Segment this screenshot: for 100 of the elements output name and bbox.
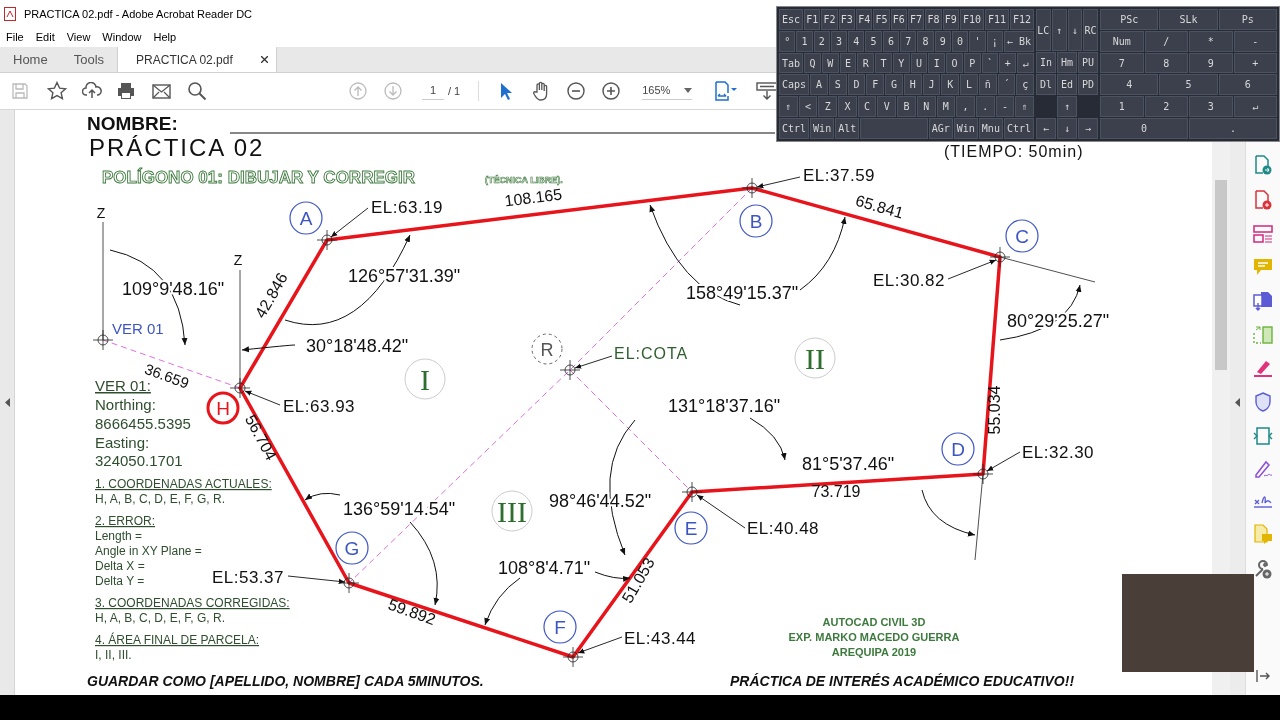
keyboard-key[interactable]: ↓ bbox=[1057, 118, 1077, 139]
keyboard-key[interactable]: F2 bbox=[821, 9, 838, 30]
keyboard-key[interactable]: 2 bbox=[813, 30, 830, 52]
keyboard-key[interactable]: B bbox=[897, 96, 916, 118]
keyboard-key[interactable]: Y bbox=[892, 52, 910, 74]
keyboard-key[interactable]: 6 bbox=[882, 30, 900, 52]
keyboard-key[interactable]: C bbox=[857, 96, 877, 118]
keyboard-key[interactable]: T bbox=[875, 52, 892, 74]
keyboard-key[interactable]: + bbox=[1233, 52, 1277, 74]
layout-icon[interactable] bbox=[1253, 225, 1273, 243]
keyboard-key[interactable]: F5 bbox=[873, 9, 890, 30]
close-icon[interactable] bbox=[260, 56, 268, 63]
keyboard-key[interactable]: 5 bbox=[1159, 74, 1218, 96]
keyboard-key[interactable]: Win bbox=[953, 118, 978, 139]
keyboard-key[interactable]: . bbox=[975, 96, 995, 118]
keyboard-key[interactable]: → bbox=[1078, 118, 1098, 139]
keyboard-key[interactable]: ¡ bbox=[986, 30, 1003, 52]
keyboard-key[interactable]: - bbox=[1233, 30, 1277, 52]
keyboard-key[interactable]: ' bbox=[969, 30, 986, 52]
keyboard-key[interactable]: 4 bbox=[1100, 74, 1159, 96]
keyboard-key[interactable]: Esc bbox=[779, 9, 804, 30]
document-stack-icon[interactable] bbox=[1253, 291, 1273, 311]
pen-icon[interactable] bbox=[1253, 460, 1273, 478]
keyboard-key[interactable]: 6 bbox=[1218, 74, 1277, 96]
keyboard-key[interactable]: Ed bbox=[1057, 74, 1077, 95]
menu-item[interactable]: Window bbox=[102, 28, 142, 46]
zoom-dropdown[interactable]: 165% bbox=[642, 82, 693, 100]
zoom-in-icon[interactable] bbox=[602, 82, 621, 100]
keyboard-key[interactable]: ⇑ bbox=[1015, 96, 1034, 118]
document-arrow-icon[interactable] bbox=[1254, 155, 1272, 175]
tab[interactable]: PRACTICA 02.pdf bbox=[117, 47, 277, 72]
keyboard-key[interactable]: U bbox=[910, 52, 928, 74]
keyboard-key[interactable]: ↵ bbox=[1233, 96, 1277, 118]
keyboard-key[interactable]: 0 bbox=[951, 30, 969, 52]
keyboard-key[interactable]: ↵ bbox=[1017, 52, 1034, 74]
keyboard-key[interactable]: F bbox=[866, 74, 885, 96]
keyboard-key[interactable]: Tab bbox=[779, 52, 804, 74]
document-compress-icon[interactable] bbox=[1253, 427, 1273, 445]
keyboard-key[interactable]: F10 bbox=[959, 9, 984, 30]
keyboard-key[interactable]: Ctrl bbox=[779, 118, 810, 139]
keyboard-key[interactable]: . bbox=[1189, 118, 1277, 139]
keyboard-key[interactable]: 3 bbox=[830, 30, 848, 52]
keyboard-key[interactable]: 7 bbox=[1100, 52, 1144, 74]
keyboard-key[interactable]: K bbox=[941, 74, 960, 96]
keyboard-key[interactable]: < bbox=[798, 96, 818, 118]
keyboard-key[interactable]: + bbox=[999, 52, 1017, 74]
keyboard-key[interactable]: L bbox=[960, 74, 978, 96]
keyboard-key[interactable]: 9 bbox=[1189, 52, 1233, 74]
keyboard-key[interactable]: ↑ bbox=[1057, 96, 1077, 117]
keyboard-key[interactable]: S bbox=[828, 74, 847, 96]
keyboard-key[interactable]: 5 bbox=[865, 30, 882, 52]
keyboard-key[interactable]: ⇑ bbox=[779, 96, 798, 118]
keyboard-key[interactable]: Hm bbox=[1057, 52, 1077, 73]
pointer-icon[interactable] bbox=[499, 82, 514, 100]
keyboard-key[interactable]: Q bbox=[804, 52, 821, 74]
print-icon[interactable] bbox=[117, 82, 135, 100]
keyboard-key[interactable]: ` bbox=[981, 52, 999, 74]
keyboard-key[interactable]: LC bbox=[1036, 9, 1051, 51]
keyboard-key[interactable]: F12 bbox=[1010, 9, 1035, 30]
keyboard-key[interactable]: ° bbox=[779, 30, 796, 52]
keyboard-key[interactable]: F7 bbox=[907, 9, 925, 30]
keyboard-key[interactable]: 2 bbox=[1144, 96, 1188, 118]
keyboard-key[interactable]: SLk bbox=[1159, 9, 1218, 30]
keyboard-key[interactable]: RC bbox=[1083, 9, 1098, 51]
keyboard-key[interactable]: D bbox=[847, 74, 866, 96]
keyboard-tool-icon[interactable] bbox=[756, 81, 779, 101]
zoom-out-icon[interactable] bbox=[567, 82, 586, 100]
keyboard-key[interactable]: ñ bbox=[978, 74, 997, 96]
keyboard-key[interactable]: V bbox=[877, 96, 897, 118]
fit-page-icon[interactable] bbox=[714, 81, 739, 101]
keyboard-key[interactable]: - bbox=[995, 96, 1015, 118]
keyboard-key[interactable]: ´ bbox=[997, 74, 1016, 96]
envelope-icon[interactable] bbox=[152, 83, 171, 99]
signature-icon[interactable] bbox=[1253, 493, 1273, 509]
keyboard-key[interactable]: H bbox=[903, 74, 922, 96]
keyboard-key[interactable]: 1 bbox=[1100, 96, 1144, 118]
keyboard-key[interactable]: P bbox=[963, 52, 981, 74]
keyboard-key[interactable]: 3 bbox=[1189, 96, 1233, 118]
keyboard-key[interactable]: N bbox=[916, 96, 936, 118]
keyboard-key[interactable]: AGr bbox=[928, 118, 953, 139]
keyboard-key[interactable]: PD bbox=[1078, 74, 1098, 95]
keyboard-key[interactable]: W bbox=[821, 52, 839, 74]
menu-item[interactable]: File bbox=[6, 28, 24, 46]
keyboard-key[interactable]: X bbox=[838, 96, 857, 118]
keyboard-key[interactable]: 7 bbox=[900, 30, 917, 52]
keyboard-key[interactable]: * bbox=[1189, 30, 1233, 52]
keyboard-key[interactable]: Dl bbox=[1036, 74, 1056, 95]
keyboard-key[interactable]: F3 bbox=[838, 9, 855, 30]
keyboard-key[interactable]: PSc bbox=[1100, 9, 1159, 30]
document-plus-icon[interactable] bbox=[1254, 190, 1272, 210]
keyboard-key[interactable]: 8 bbox=[917, 30, 934, 52]
shield-icon[interactable] bbox=[1255, 392, 1271, 412]
keyboard-key[interactable]: Num bbox=[1100, 30, 1144, 52]
cloud-upload-icon[interactable] bbox=[82, 82, 102, 100]
keyboard-key[interactable]: 9 bbox=[934, 30, 951, 52]
expand-arrow-icon[interactable] bbox=[4, 398, 10, 407]
keyboard-key[interactable]: Win bbox=[810, 118, 835, 139]
menu-item[interactable]: View bbox=[66, 28, 91, 46]
menu-item[interactable]: Help bbox=[153, 28, 177, 46]
keyboard-key[interactable]: F8 bbox=[925, 9, 942, 30]
